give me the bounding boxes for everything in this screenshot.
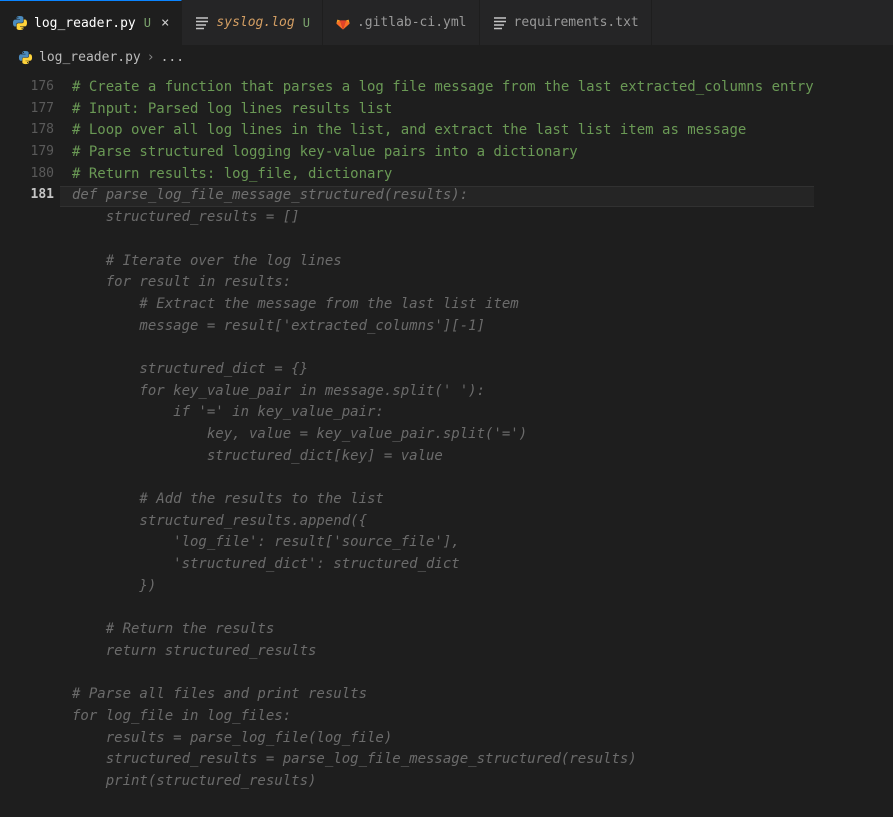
python-icon — [12, 15, 28, 31]
tab-log-reader[interactable]: log_reader.py U × — [0, 0, 182, 45]
python-icon — [18, 50, 33, 65]
lines-icon — [492, 15, 508, 31]
modified-indicator: U — [144, 16, 151, 30]
code-area[interactable]: # Create a function that parses a log fi… — [60, 69, 814, 793]
tab-label: log_reader.py — [34, 16, 136, 31]
tab-gitlab-ci[interactable]: .gitlab-ci.yml — [323, 0, 480, 45]
breadcrumb-more: ... — [161, 50, 184, 65]
tab-label: syslog.log — [216, 15, 294, 30]
breadcrumb[interactable]: log_reader.py › ... — [0, 46, 893, 69]
tab-syslog[interactable]: syslog.log U — [182, 0, 323, 45]
gitlab-icon — [335, 15, 351, 31]
tab-label: requirements.txt — [514, 15, 639, 30]
chevron-right-icon: › — [147, 50, 155, 65]
editor[interactable]: 176177178179180181 # Create a function t… — [0, 69, 893, 793]
breadcrumb-file: log_reader.py — [39, 50, 141, 65]
tab-label: .gitlab-ci.yml — [357, 15, 467, 30]
tab-requirements[interactable]: requirements.txt — [480, 0, 652, 45]
tabs-bar: log_reader.py U × syslog.log U .gitlab-c… — [0, 0, 893, 46]
close-icon[interactable]: × — [161, 15, 169, 31]
line-number-gutter: 176177178179180181 — [0, 69, 60, 793]
lines-icon — [194, 15, 210, 31]
modified-indicator: U — [303, 16, 310, 30]
